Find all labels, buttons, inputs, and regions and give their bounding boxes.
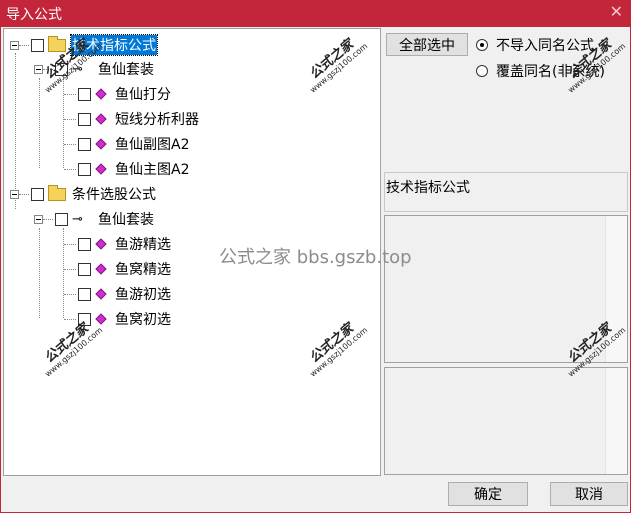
tree-connector: [64, 293, 76, 295]
tree-label[interactable]: 鱼仙套装: [97, 209, 155, 229]
tree-connector: [64, 168, 76, 170]
scrollbar-track[interactable]: [605, 368, 627, 474]
radio-label: 不导入同名公式: [496, 38, 594, 54]
tree-label[interactable]: 鱼窝精选: [114, 259, 172, 279]
description-panel[interactable]: [384, 215, 628, 363]
tree-label[interactable]: 鱼游初选: [114, 284, 172, 304]
formula-tree[interactable]: 技术指标公式 ⊸ 鱼仙套装 鱼仙打分 短线分析利器 鱼仙副图A2 鱼仙主图A2 …: [3, 28, 381, 476]
tree-leaf[interactable]: 鱼窝初选: [64, 308, 172, 330]
tree-leaf[interactable]: 短线分析利器: [64, 108, 200, 130]
select-all-button[interactable]: 全部选中: [386, 33, 468, 56]
tree-connector: [64, 118, 76, 120]
tree-leaf[interactable]: 鱼仙主图A2: [64, 158, 190, 180]
dialog-body: 技术指标公式 ⊸ 鱼仙套装 鱼仙打分 短线分析利器 鱼仙副图A2 鱼仙主图A2 …: [0, 27, 631, 513]
close-icon[interactable]: ✕: [610, 2, 623, 21]
tree-label[interactable]: 鱼仙主图A2: [114, 159, 190, 179]
key-icon: ⊸: [72, 211, 83, 227]
tree-label[interactable]: 鱼窝初选: [114, 309, 172, 329]
formula-diamond-icon: [95, 88, 107, 100]
tree-label[interactable]: 鱼游精选: [114, 234, 172, 254]
tree-label[interactable]: 条件选股公式: [71, 184, 157, 204]
tree-checkbox[interactable]: [55, 62, 68, 76]
tree-checkbox[interactable]: [78, 312, 91, 326]
tree-connector: [43, 218, 53, 220]
folder-icon: [48, 184, 66, 201]
formula-diamond-icon: [95, 313, 107, 325]
tree-connector: [19, 44, 29, 46]
radio-overwrite[interactable]: 覆盖同名(非系统): [476, 61, 605, 81]
tree-leaf[interactable]: 鱼游精选: [64, 233, 172, 255]
info-panel[interactable]: [384, 367, 628, 475]
selected-formula-name: 技术指标公式: [384, 172, 628, 212]
tree-leaf[interactable]: 鱼窝精选: [64, 258, 172, 280]
tree-connector: [64, 143, 76, 145]
formula-diamond-icon: [95, 238, 107, 250]
tree-connector: [64, 243, 76, 245]
tree-label[interactable]: 鱼仙打分: [114, 84, 172, 104]
tree-checkbox[interactable]: [78, 237, 91, 251]
key-icon: ⊸: [72, 61, 83, 77]
tree-group-yuxian-2[interactable]: ⊸ 鱼仙套装: [34, 208, 155, 230]
cancel-button[interactable]: 取消: [550, 482, 628, 506]
radio-label: 覆盖同名(非系统): [496, 64, 605, 80]
scrollbar-track[interactable]: [605, 216, 627, 362]
tree-connector: [43, 68, 53, 70]
tree-checkbox[interactable]: [78, 162, 91, 176]
formula-diamond-icon: [95, 288, 107, 300]
tree-checkbox[interactable]: [78, 287, 91, 301]
tree-label[interactable]: 鱼仙副图A2: [114, 134, 190, 154]
tree-checkbox[interactable]: [78, 112, 91, 126]
tree-checkbox[interactable]: [31, 38, 44, 52]
tree-group-yuxian-1[interactable]: ⊸ 鱼仙套装: [34, 58, 155, 80]
tree-connector: [19, 193, 29, 195]
formula-diamond-icon: [95, 113, 107, 125]
formula-diamond-icon: [95, 163, 107, 175]
tree-checkbox[interactable]: [78, 262, 91, 276]
tree-folder-technical[interactable]: 技术指标公式: [10, 34, 158, 56]
formula-diamond-icon: [95, 138, 107, 150]
tree-checkbox[interactable]: [55, 212, 68, 226]
collapse-toggle-icon[interactable]: [34, 64, 43, 74]
collapse-toggle-icon[interactable]: [10, 40, 19, 50]
radio-skip-duplicates[interactable]: 不导入同名公式: [476, 35, 594, 55]
tree-leaf[interactable]: 鱼仙副图A2: [64, 133, 190, 155]
tree-connector: [39, 78, 40, 168]
ok-button[interactable]: 确定: [448, 482, 528, 506]
tree-leaf[interactable]: 鱼游初选: [64, 283, 172, 305]
tree-folder-screening[interactable]: 条件选股公式: [10, 183, 157, 205]
tree-checkbox[interactable]: [31, 187, 44, 201]
tree-connector: [64, 318, 76, 320]
tree-connector: [64, 268, 76, 270]
radio-button-icon[interactable]: [476, 39, 488, 51]
tree-label[interactable]: 技术指标公式: [70, 34, 158, 56]
radio-button-icon[interactable]: [476, 65, 488, 77]
tree-checkbox[interactable]: [78, 87, 91, 101]
collapse-toggle-icon[interactable]: [34, 214, 43, 224]
window-title: 导入公式: [6, 7, 62, 23]
tree-label[interactable]: 短线分析利器: [114, 109, 200, 129]
tree-checkbox[interactable]: [78, 137, 91, 151]
formula-diamond-icon: [95, 263, 107, 275]
title-bar[interactable]: 导入公式 ✕: [0, 0, 631, 27]
tree-connector: [39, 228, 40, 318]
folder-icon: [48, 35, 66, 52]
collapse-toggle-icon[interactable]: [10, 189, 19, 199]
tree-leaf[interactable]: 鱼仙打分: [64, 83, 172, 105]
tree-label[interactable]: 鱼仙套装: [97, 59, 155, 79]
tree-connector: [64, 93, 76, 95]
